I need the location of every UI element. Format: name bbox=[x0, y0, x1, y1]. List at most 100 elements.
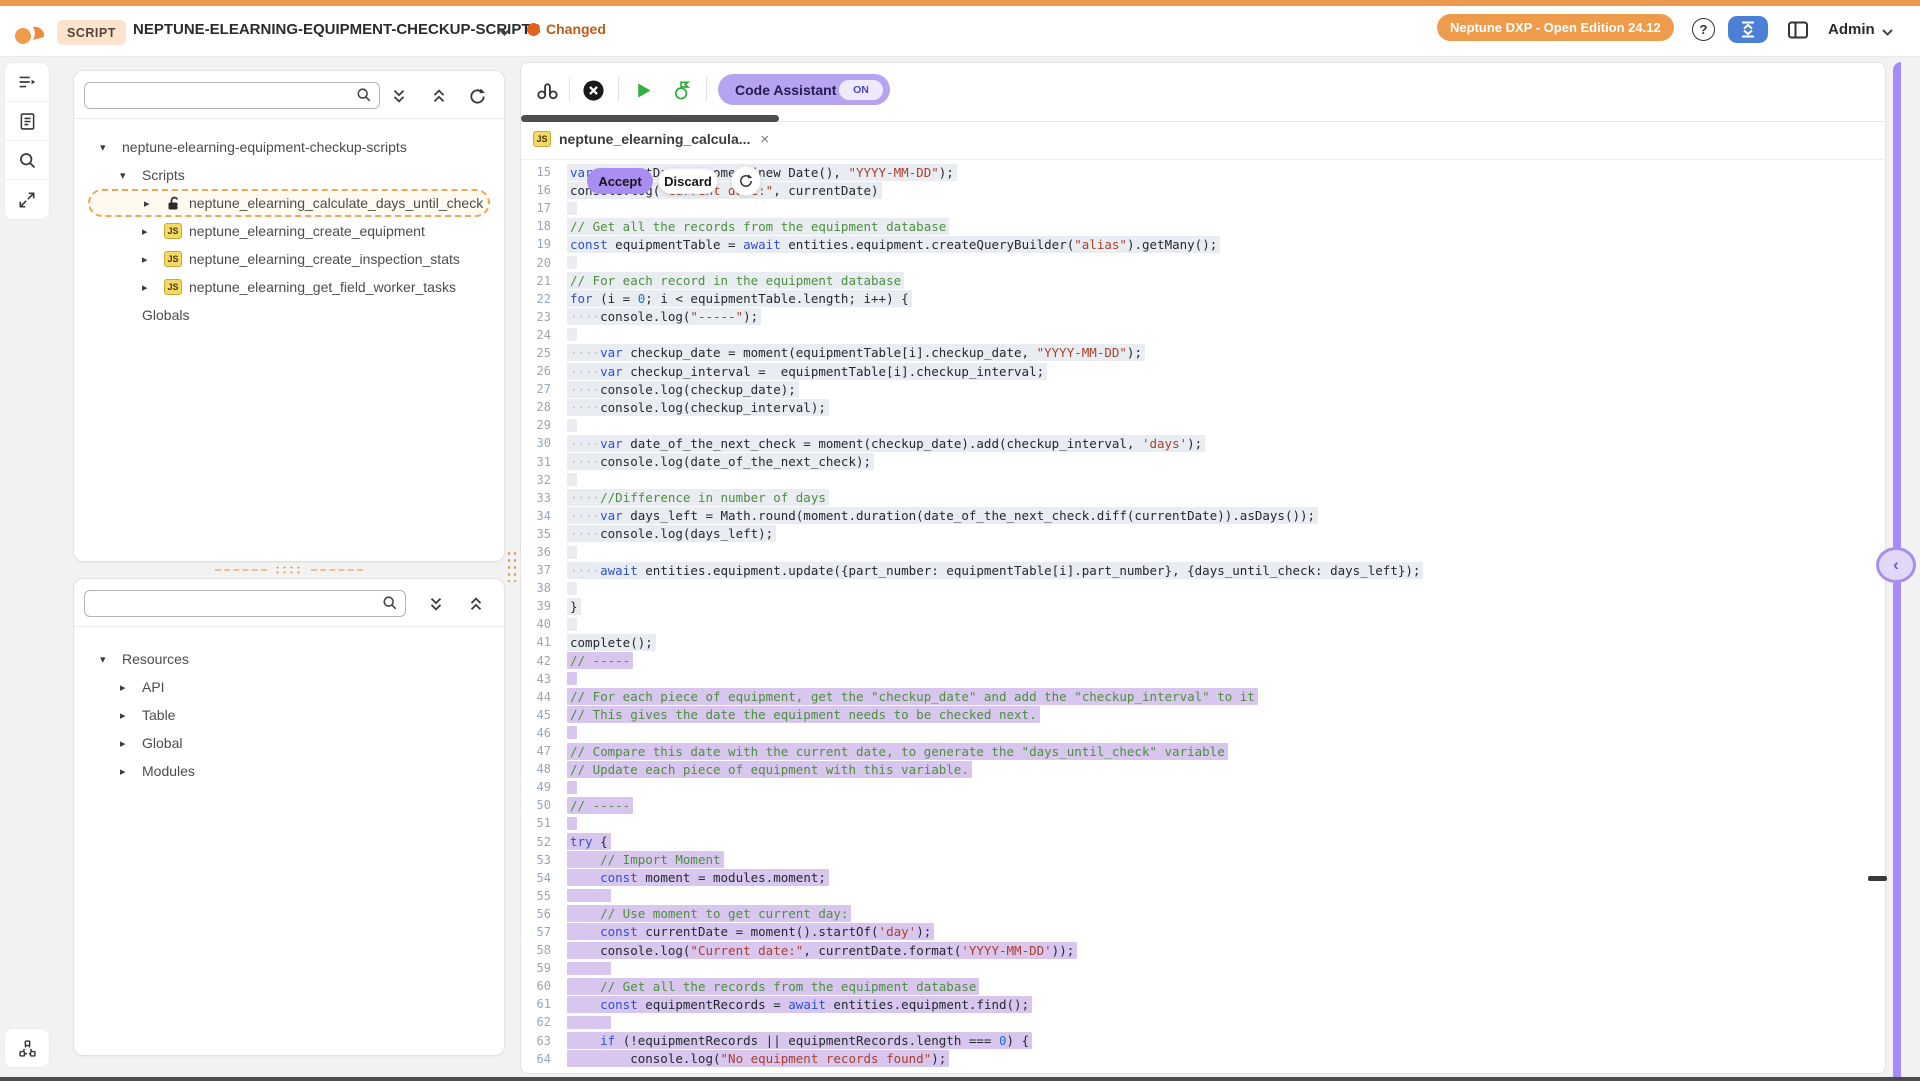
chevron-expanded-icon[interactable]: ▾ bbox=[100, 141, 122, 154]
chevron-collapsed-icon[interactable]: ▸ bbox=[120, 709, 142, 722]
expand-all-icon[interactable] bbox=[389, 86, 409, 106]
script-list-button[interactable] bbox=[5, 63, 49, 102]
code-line[interactable]: 20 bbox=[521, 253, 1881, 271]
panel-layout-icon[interactable] bbox=[1786, 18, 1810, 42]
stop-button[interactable] bbox=[581, 78, 605, 102]
code-line[interactable]: 64 console.log("No equipment records fou… bbox=[521, 1050, 1881, 1068]
code-line[interactable]: 56 // Use moment to get current day: bbox=[521, 905, 1881, 923]
code-line[interactable]: 35····console.log(days_left); bbox=[521, 525, 1881, 543]
code-line[interactable]: 63 if (!equipmentRecords || equipmentRec… bbox=[521, 1032, 1881, 1050]
code-line[interactable]: 21// For each record in the equipment da… bbox=[521, 272, 1881, 290]
code-line[interactable]: 51 bbox=[521, 814, 1881, 832]
chevron-collapsed-icon[interactable]: ▸ bbox=[120, 765, 142, 778]
chevron-collapsed-icon[interactable]: ▸ bbox=[142, 281, 164, 294]
code-line[interactable]: 25····var checkup_date = moment(equipmen… bbox=[521, 344, 1881, 362]
chevron-collapsed-icon[interactable]: ▸ bbox=[120, 737, 142, 750]
collapse-all-icon[interactable] bbox=[429, 86, 449, 106]
refresh-icon[interactable] bbox=[467, 86, 487, 106]
expand-all-icon[interactable] bbox=[426, 594, 446, 614]
code-line[interactable]: 32 bbox=[521, 471, 1881, 489]
tree-item[interactable]: ▸Global bbox=[74, 729, 504, 757]
code-line[interactable]: 44// For each piece of equipment, get th… bbox=[521, 688, 1881, 706]
tab-close-icon[interactable]: × bbox=[760, 132, 769, 147]
chevron-expanded-icon[interactable]: ▾ bbox=[100, 653, 122, 666]
code-line[interactable]: 43 bbox=[521, 670, 1881, 688]
tab-calculate-days-until-check[interactable]: JS neptune_elearning_calcula... × bbox=[533, 131, 769, 147]
user-menu[interactable]: Admin bbox=[1828, 21, 1875, 38]
code-line[interactable]: 46 bbox=[521, 724, 1881, 742]
code-line[interactable]: 29 bbox=[521, 416, 1881, 434]
run-button[interactable] bbox=[631, 78, 655, 102]
code-line[interactable]: 18// Get all the records from the equipm… bbox=[521, 217, 1881, 235]
code-line[interactable]: 55 bbox=[521, 887, 1881, 905]
document-button[interactable] bbox=[5, 102, 49, 141]
code-line[interactable]: 49 bbox=[521, 778, 1881, 796]
code-line[interactable]: 37····await entities.equipment.update({p… bbox=[521, 561, 1881, 579]
code-line[interactable]: 34····var days_left = Math.round(moment.… bbox=[521, 507, 1881, 525]
chevron-collapsed-icon[interactable]: ▸ bbox=[120, 681, 142, 694]
chevron-collapsed-icon[interactable]: ▸ bbox=[142, 225, 164, 238]
code-line[interactable]: 27····console.log(checkup_date); bbox=[521, 380, 1881, 398]
panel-splitter-horizontal[interactable] bbox=[73, 563, 505, 577]
tree-item[interactable]: ▸Modules bbox=[74, 757, 504, 785]
scripts-search-input[interactable] bbox=[84, 82, 380, 109]
assistant-panel-collapse-button[interactable]: ‹ bbox=[1876, 547, 1916, 583]
code-line[interactable]: 33····//Difference in number of days bbox=[521, 489, 1881, 507]
run-script-button[interactable] bbox=[671, 78, 695, 102]
code-assistant-pill[interactable]: Code Assistant ON bbox=[718, 74, 890, 105]
code-line[interactable]: 48// Update each piece of equipment with… bbox=[521, 760, 1881, 778]
node-graph-button[interactable] bbox=[4, 1028, 50, 1068]
regenerate-button[interactable] bbox=[731, 166, 761, 196]
code-line[interactable]: 61 const equipmentRecords = await entiti… bbox=[521, 995, 1881, 1013]
chevron-collapsed-icon[interactable]: ▸ bbox=[142, 253, 164, 266]
code-line[interactable]: 52try { bbox=[521, 832, 1881, 850]
code-line[interactable]: 22for (i = 0; i < equipmentTable.length;… bbox=[521, 290, 1881, 308]
tree-item[interactable]: ▸API bbox=[74, 673, 504, 701]
discard-button[interactable]: Discard bbox=[658, 168, 718, 194]
code-line[interactable]: 54 const moment = modules.moment; bbox=[521, 869, 1881, 887]
tree-item[interactable]: ▸neptune_elearning_calculate_days_until_… bbox=[88, 189, 490, 217]
tree-item[interactable]: ▸JSneptune_elearning_create_equipment bbox=[74, 217, 504, 245]
chevron-expanded-icon[interactable]: ▾ bbox=[120, 169, 142, 182]
horizontal-scrollbar-thumb[interactable] bbox=[521, 115, 779, 122]
code-line[interactable]: 38 bbox=[521, 579, 1881, 597]
code-line[interactable]: 53 // Import Moment bbox=[521, 851, 1881, 869]
density-toggle-button[interactable] bbox=[1728, 16, 1768, 43]
code-line[interactable]: 41complete(); bbox=[521, 633, 1881, 651]
expand-button[interactable] bbox=[5, 180, 49, 219]
code-line[interactable]: 45// This gives the date the equipment n… bbox=[521, 706, 1881, 724]
resources-search-input[interactable] bbox=[84, 590, 406, 617]
find-button[interactable] bbox=[535, 78, 559, 102]
code-line[interactable]: 28····console.log(checkup_interval); bbox=[521, 398, 1881, 416]
code-line[interactable]: 19const equipmentTable = await entities.… bbox=[521, 235, 1881, 253]
tree-item[interactable]: ▾Resources bbox=[74, 645, 504, 673]
code-line[interactable]: 17 bbox=[521, 199, 1881, 217]
tree-item[interactable]: ▸Table bbox=[74, 701, 504, 729]
code-line[interactable]: 31····console.log(date_of_the_next_check… bbox=[521, 453, 1881, 471]
code-line[interactable]: 36 bbox=[521, 543, 1881, 561]
code-line[interactable]: 62 bbox=[521, 1013, 1881, 1031]
code-line[interactable]: 42// ----- bbox=[521, 652, 1881, 670]
panel-splitter-vertical[interactable] bbox=[506, 550, 519, 582]
code-line[interactable]: 26····var checkup_interval = equipmentTa… bbox=[521, 362, 1881, 380]
tree-item[interactable]: ▸JSneptune_elearning_create_inspection_s… bbox=[74, 245, 504, 273]
code-line[interactable]: 50// ----- bbox=[521, 796, 1881, 814]
code-line[interactable]: 24 bbox=[521, 326, 1881, 344]
tree-item[interactable]: Globals bbox=[74, 301, 504, 329]
chevron-collapsed-icon[interactable]: ▸ bbox=[144, 197, 166, 210]
user-chevron-down-icon[interactable] bbox=[1880, 25, 1895, 40]
code-assistant-toggle[interactable]: ON bbox=[839, 80, 883, 100]
code-line[interactable]: 58 console.log("Current date:", currentD… bbox=[521, 941, 1881, 959]
tree-item[interactable]: ▸JSneptune_elearning_get_field_worker_ta… bbox=[74, 273, 504, 301]
code-line[interactable]: 59 bbox=[521, 959, 1881, 977]
code-line[interactable]: 40 bbox=[521, 615, 1881, 633]
title-chevron-down-icon[interactable] bbox=[497, 25, 512, 40]
tree-item[interactable]: ▾Scripts bbox=[74, 161, 504, 189]
search-button[interactable] bbox=[5, 141, 49, 180]
collapse-all-icon[interactable] bbox=[466, 594, 486, 614]
code-line[interactable]: 60 // Get all the records from the equip… bbox=[521, 977, 1881, 995]
code-line[interactable]: 57 const currentDate = moment().startOf(… bbox=[521, 923, 1881, 941]
code-line[interactable]: 30····var date_of_the_next_check = momen… bbox=[521, 434, 1881, 452]
code-line[interactable]: 23····console.log("-----"); bbox=[521, 308, 1881, 326]
help-icon[interactable]: ? bbox=[1692, 18, 1715, 41]
